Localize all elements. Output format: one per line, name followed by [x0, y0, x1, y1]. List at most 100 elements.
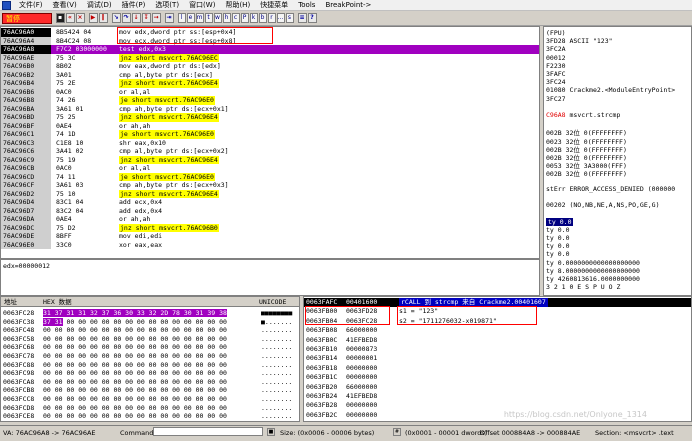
register-line[interactable]: 3FC2A [546, 45, 566, 53]
register-line[interactable]: F2230 [546, 62, 566, 70]
menu-breakpoint[interactable]: BreakPoint-> [320, 1, 376, 9]
dump-row[interactable]: 0063FC98 00 00 00 00 00 00 00 00 00 00 00… [1, 369, 299, 377]
disasm-row[interactable]: 76AC96DA 0AE4 or ah,ah [1, 215, 539, 224]
stack-row[interactable]: 0063FB1C 00000000 [304, 373, 691, 382]
register-line[interactable]: ty 0.0 [546, 226, 569, 234]
stack-panel[interactable]: 0063FAFC 00401600 rCALL 到 strcmp 来自 Crackm… [303, 296, 692, 422]
register-line[interactable]: ty 8.0000000000000000000 [546, 267, 640, 275]
dump-row[interactable]: 0063FCA8 00 00 00 00 00 00 00 00 00 00 00… [1, 378, 299, 386]
register-line[interactable]: ty 0.0000000000000000000 [546, 259, 640, 267]
stack-row[interactable]: 0063FB08 66000000 [304, 326, 691, 335]
menu-plugins[interactable]: 插件(P) [117, 0, 151, 10]
toolbar-handles-button[interactable]: h [222, 13, 231, 23]
dump-row[interactable]: 0063FC58 00 00 00 00 00 00 00 00 00 00 00… [1, 335, 299, 343]
stack-row[interactable]: 0063FB28 00000000 [304, 401, 691, 410]
open-icon[interactable]: ▪ [55, 13, 65, 23]
register-line[interactable]: 00202 (NO,NB,NE,A,NS,PO,GE,G) [546, 201, 660, 209]
disasm-row[interactable]: 76AC96CB 0AC0 or al,al [1, 164, 539, 173]
menu-options[interactable]: 选项(T) [150, 0, 184, 10]
toolbar-breakpoints-button[interactable]: b [258, 13, 267, 23]
stack-row[interactable]: 0063FB24 41EFBED8 [304, 392, 691, 401]
goto-icon[interactable]: ⇥ [164, 13, 174, 23]
menu-view[interactable]: 查看(V) [48, 0, 82, 10]
dump-header-hex[interactable]: HEX 数据 [43, 297, 72, 307]
register-line[interactable]: 3FC24 [546, 78, 566, 86]
disasm-row[interactable]: 76AC96CD 74 11 je short msvcrt.76AC96E0 [1, 172, 539, 181]
toolbar-modules-button[interactable]: e [186, 13, 195, 23]
trace-into-icon[interactable]: ↓ [131, 13, 141, 23]
disasm-row[interactable]: 76AC96BF 0AE4 or ah,ah [1, 121, 539, 130]
toolbar-memory-button[interactable]: m [195, 13, 204, 23]
register-line[interactable]: ty 4260813616.0000000000 [546, 275, 640, 283]
dump-row[interactable]: 0063FC48 00 00 00 00 00 00 00 00 00 00 00… [1, 326, 299, 334]
disasm-row[interactable]: 76AC96D7 83C2 04 add edx,0x4 [1, 206, 539, 215]
dump-row[interactable]: 0063FCE8 00 00 00 00 00 00 00 00 00 00 00… [1, 412, 299, 420]
toolbar-callstack-button[interactable]: k [249, 13, 258, 23]
disasm-row[interactable]: 76AC96C3 C1E8 10 shr eax,0x10 [1, 138, 539, 147]
disasm-row[interactable]: 76AC96D4 83C1 04 add ecx,0x4 [1, 198, 539, 207]
disasm-row[interactable]: 76AC96BA 3A61 01 cmp ah,byte ptr ds:[ecx+0… [1, 104, 539, 113]
toolbar-patches-button[interactable]: P [240, 13, 249, 23]
disasm-row[interactable]: 76AC96DC 75 D2 jnz short msvcrt.76AC96B0 [1, 223, 539, 232]
trace-over-icon[interactable]: ↧ [141, 13, 151, 23]
disasm-row[interactable]: 76AC96B6 0AC0 or al,al [1, 87, 539, 96]
registers-panel[interactable]: (FPU) 3FD28 ASCII "123" 3FC2A 00012 F2230 3FA… [543, 26, 692, 296]
register-line[interactable]: (FPU) [546, 29, 566, 37]
dump-header-address[interactable]: 地址 [4, 297, 17, 307]
menu-file[interactable]: 文件(F) [14, 0, 48, 10]
disasm-row[interactable]: 76AC96C1 74 1D je short msvcrt.76AC96E0 [1, 130, 539, 139]
execute-till-return-icon[interactable]: → [151, 13, 161, 23]
disasm-row[interactable]: 76AC96B4 75 2E jnz short msvcrt.76AC96E4 [1, 79, 539, 88]
register-line[interactable]: ty 0.0 [546, 250, 569, 258]
dump-row[interactable]: 0063FC88 00 00 00 00 00 00 00 00 00 00 00… [1, 361, 299, 369]
disasm-row[interactable]: 76AC96CF 3A61 03 cmp ah,byte ptr ds:[ecx+0… [1, 181, 539, 190]
stack-row[interactable]: 0063FB18 00000000 [304, 364, 691, 373]
register-line[interactable]: 3FC27 [546, 95, 566, 103]
disasm-row[interactable]: 76AC96C9 75 19 jnz short msvcrt.76AC96E4 [1, 155, 539, 164]
count-icon[interactable]: # [393, 428, 401, 436]
help-icon[interactable]: ? [307, 13, 317, 23]
register-line[interactable]: 01080 Crackme2.<ModuleEntryPoint> [546, 86, 675, 94]
register-line[interactable]: 3FD28 ASCII "123" [546, 37, 613, 45]
register-line[interactable]: ty 0.0 [546, 242, 569, 250]
step-into-icon[interactable]: ↘ [111, 13, 121, 23]
register-line[interactable]: 002B 32位 0(FFFFFFFF) [546, 168, 627, 178]
disasm-row[interactable]: 76AC96BD 75 25 jnz short msvcrt.76AC96E4 [1, 113, 539, 122]
disasm-row[interactable]: 76AC96A8 F7C2 03000000 test edx,0x3 [1, 45, 539, 54]
disasm-row[interactable]: 76AC96DE 8BFF mov edi,edi [1, 232, 539, 241]
menu-tools[interactable]: Tools [293, 1, 320, 9]
close-icon[interactable]: × [75, 13, 85, 23]
menu-shortcut[interactable]: 快捷菜单 [255, 0, 293, 10]
disasm-row[interactable]: 76AC96B0 8B02 mov eax,dword ptr ds:[edx] [1, 62, 539, 71]
stack-row[interactable]: 0063FB10 00000873 [304, 345, 691, 354]
menu-help[interactable]: 帮助(H) [220, 0, 255, 10]
menu-debug[interactable]: 调试(D) [82, 0, 117, 10]
toolbar-log-button[interactable]: l [177, 13, 186, 23]
toolbar-cpu-button[interactable]: c [231, 13, 240, 23]
dump-row[interactable]: 0063FCC8 00 00 00 00 00 00 00 00 00 00 00… [1, 395, 299, 403]
list-icon[interactable]: ≡ [297, 13, 307, 23]
dump-row[interactable]: 0063FC38 37 31 00 00 00 00 00 00 00 00 00… [1, 317, 299, 326]
register-line[interactable]: 00012 [546, 54, 566, 62]
command-input[interactable] [153, 427, 263, 436]
register-line[interactable]: 3 2 1 0 E S P U O Z [546, 283, 620, 291]
step-over-icon[interactable]: ↷ [121, 13, 131, 23]
disassembly-panel[interactable]: 76AC96A0 8B5424 04 mov edx,dword ptr ss:[e… [0, 26, 540, 259]
toolbar-windows-button[interactable]: w [213, 13, 222, 23]
dump-panel[interactable]: 地址 HEX 数据 UNICODE 0063FC28 31 37 31 31 32… [0, 296, 300, 422]
dump-row[interactable]: 0063FCD8 00 00 00 00 00 00 00 00 00 00 00… [1, 404, 299, 412]
register-line[interactable]: C96A8 msvcrt.strcmp [546, 111, 620, 119]
toolbar-references-button[interactable]: r [267, 13, 276, 23]
disasm-row[interactable]: 76AC96AE 75 3C jnz short msvcrt.76AC96EC [1, 53, 539, 62]
disasm-row[interactable]: 76AC96B8 74 26 je short msvcrt.76AC96E0 [1, 96, 539, 105]
register-line[interactable]: stErr ERROR_ACCESS_DENIED (000000 [546, 185, 675, 193]
disasm-row[interactable]: 76AC96C6 3A41 02 cmp al,byte ptr ds:[ecx+0… [1, 147, 539, 156]
dump-row[interactable]: 0063FCB8 00 00 00 00 00 00 00 00 00 00 00… [1, 386, 299, 394]
register-line[interactable]: ty 0.0 [546, 234, 569, 242]
pause-icon[interactable]: ‖ [98, 13, 108, 23]
disasm-row[interactable]: 76AC96E0 33C0 xor eax,eax [1, 240, 539, 249]
register-line[interactable]: 3FAFC [546, 70, 566, 78]
restart-icon[interactable]: « [65, 13, 75, 23]
toolbar-threads-button[interactable]: t [204, 13, 213, 23]
toolbar-source-button[interactable]: s [285, 13, 294, 23]
